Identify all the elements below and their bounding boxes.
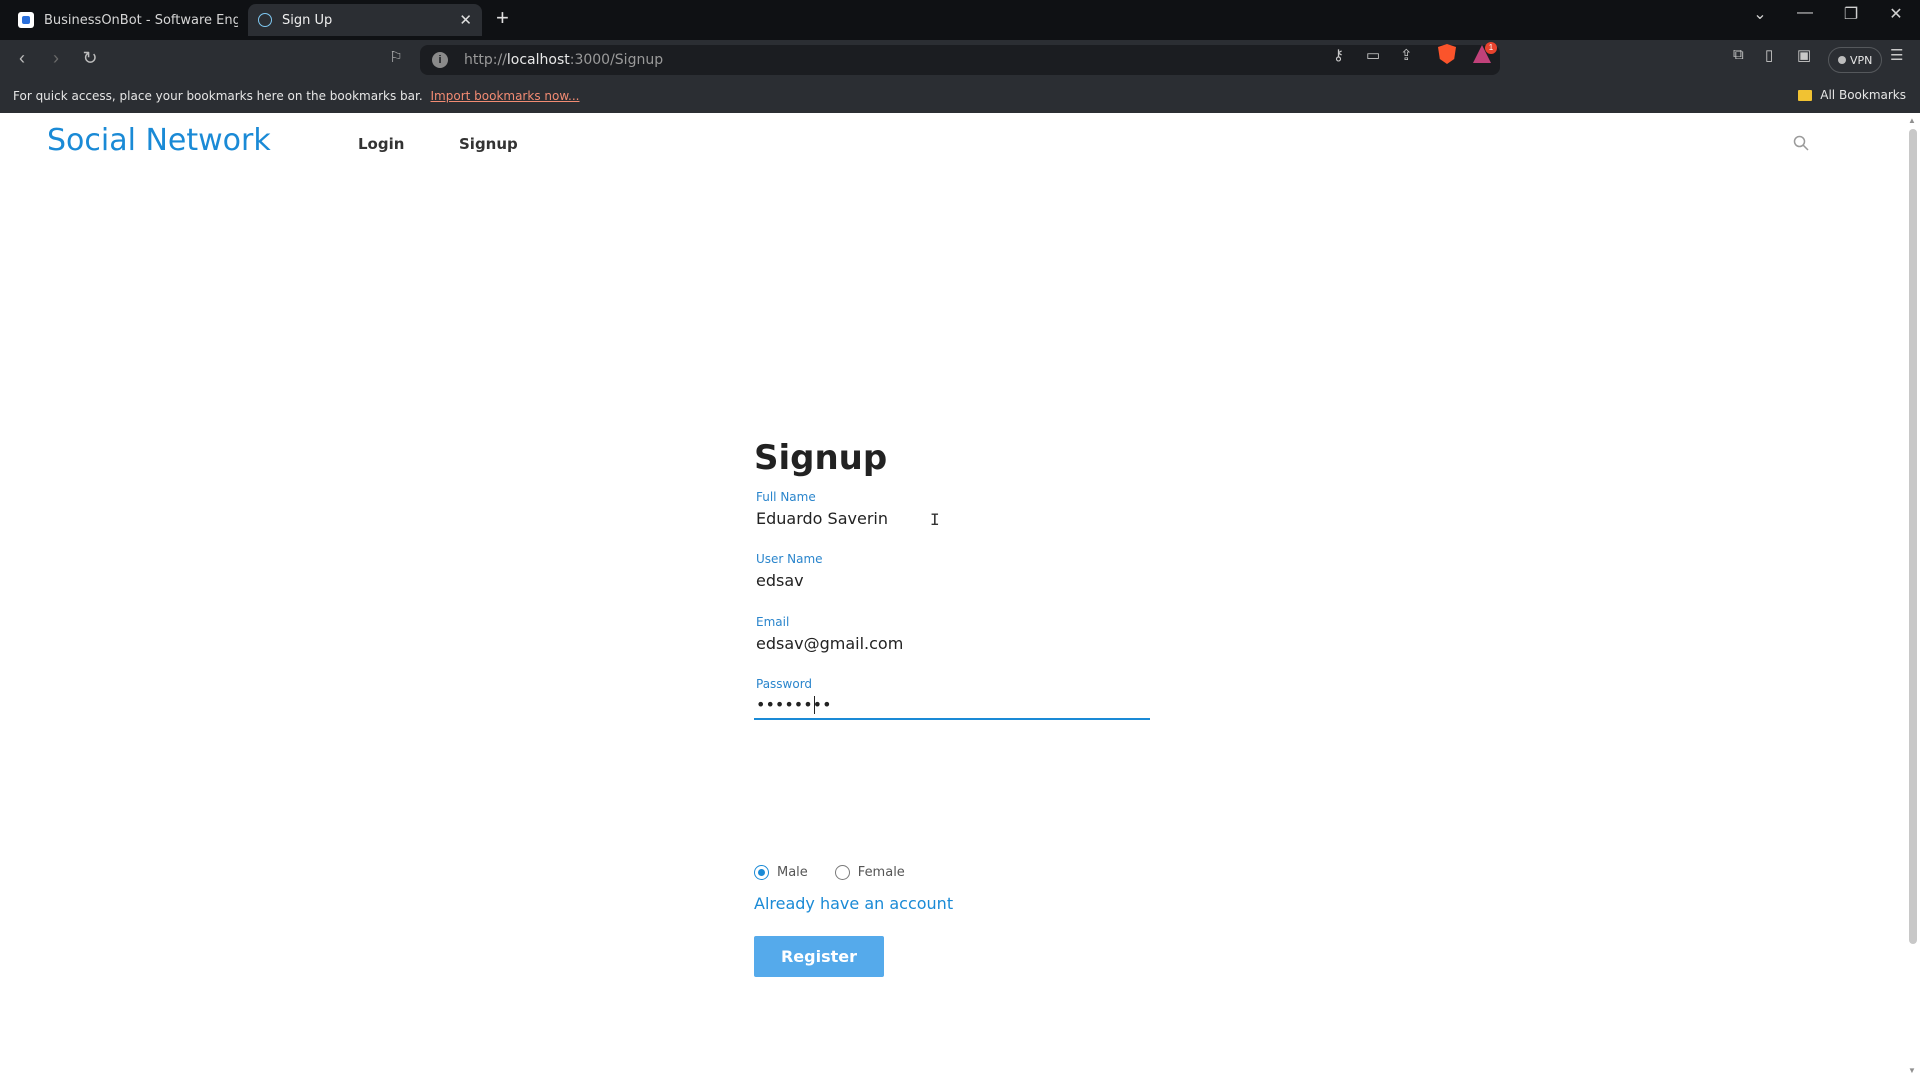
restore-icon[interactable]: ❐ [1836,4,1866,24]
site-info-icon[interactable]: i [432,52,448,68]
password-field: Password [754,677,1150,725]
gender-radio-group: Male Female [754,865,932,880]
male-radio[interactable] [754,865,769,880]
forward-icon[interactable]: › [44,48,68,69]
scroll-up-icon[interactable]: ▲ [1908,116,1916,125]
react-favicon-icon [258,13,272,27]
extensions-icon[interactable]: ⧉ [1733,46,1744,63]
email-label: Email [756,615,790,629]
nav-signup-link[interactable]: Signup [459,135,518,153]
new-tab-icon[interactable]: + [496,7,509,29]
male-label[interactable]: Male [777,865,808,880]
tab-search-chevron-icon[interactable]: ⌄ [1745,4,1775,24]
user-name-field: User Name [754,552,1150,600]
text-caret [814,696,815,714]
tab-sign-up[interactable]: Sign Up ✕ [248,4,482,36]
key-icon[interactable]: ⚷ [1333,46,1344,64]
female-label[interactable]: Female [858,865,905,880]
browser-toolbar: ‹ › ↻ ⚐ i http://localhost:3000/Signup ⚷… [0,40,1920,80]
bookmarks-message-text: For quick access, place your bookmarks h… [13,89,423,103]
tab-title: BusinessOnBot - Software Engineeri [44,12,238,28]
vpn-button[interactable]: VPN [1828,47,1883,73]
back-icon[interactable]: ‹ [10,48,34,69]
full-name-input[interactable] [754,503,1150,533]
close-tab-icon[interactable]: ✕ [459,11,472,29]
businessonbot-favicon-icon [18,12,34,28]
browser-tab-bar: BusinessOnBot - Software Engineeri Sign … [0,0,1920,40]
import-bookmarks-link[interactable]: Import bookmarks now... [431,89,580,103]
reload-icon[interactable]: ↻ [78,48,102,69]
all-bookmarks-label: All Bookmarks [1820,88,1906,102]
already-have-account-link[interactable]: Already have an account [754,894,953,913]
email-input[interactable] [754,628,1150,658]
user-name-label: User Name [756,552,823,566]
email-field: Email [754,615,1150,663]
full-name-label: Full Name [756,490,816,504]
bookmark-icon[interactable]: ⚐ [384,48,408,66]
text-cursor-icon: I [930,510,940,529]
wallet-icon[interactable]: ▣ [1797,46,1811,64]
url-text[interactable]: http://localhost:3000/Signup [464,52,663,68]
scroll-thumb[interactable] [1909,129,1917,944]
cast-icon[interactable]: ▭ [1366,46,1380,64]
form-title: Signup [754,438,888,478]
scroll-down-icon[interactable]: ▼ [1908,1066,1916,1075]
bookmarks-message: For quick access, place your bookmarks h… [13,89,580,103]
user-name-input[interactable] [754,565,1150,595]
page-scrollbar[interactable]: ▲ ▼ [1905,113,1920,1080]
register-button[interactable]: Register [754,936,884,977]
female-radio[interactable] [834,865,850,880]
sidebar-icon[interactable]: ▯ [1765,46,1773,64]
password-label: Password [756,677,813,691]
rewards-badge: 1 [1485,42,1497,54]
all-bookmarks-button[interactable]: All Bookmarks [1798,88,1906,102]
minimize-icon[interactable]: — [1790,4,1820,22]
folder-icon [1798,89,1813,101]
close-window-icon[interactable]: ✕ [1881,4,1911,24]
page-content: Social Network Login Signup Signup Full … [0,113,1905,1080]
search-icon[interactable] [1793,135,1809,151]
tab-businessonbot[interactable]: BusinessOnBot - Software Engineeri [8,4,248,36]
tab-title: Sign Up [282,12,333,28]
nav-login-link[interactable]: Login [358,135,404,153]
full-name-field: Full Name [754,490,1150,538]
vpn-label: VPN [1850,53,1873,67]
share-icon[interactable]: ⇪ [1400,46,1413,64]
site-brand-link[interactable]: Social Network [47,123,271,158]
bookmarks-bar: For quick access, place your bookmarks h… [0,80,1920,113]
menu-icon[interactable]: ☰ [1890,46,1903,64]
